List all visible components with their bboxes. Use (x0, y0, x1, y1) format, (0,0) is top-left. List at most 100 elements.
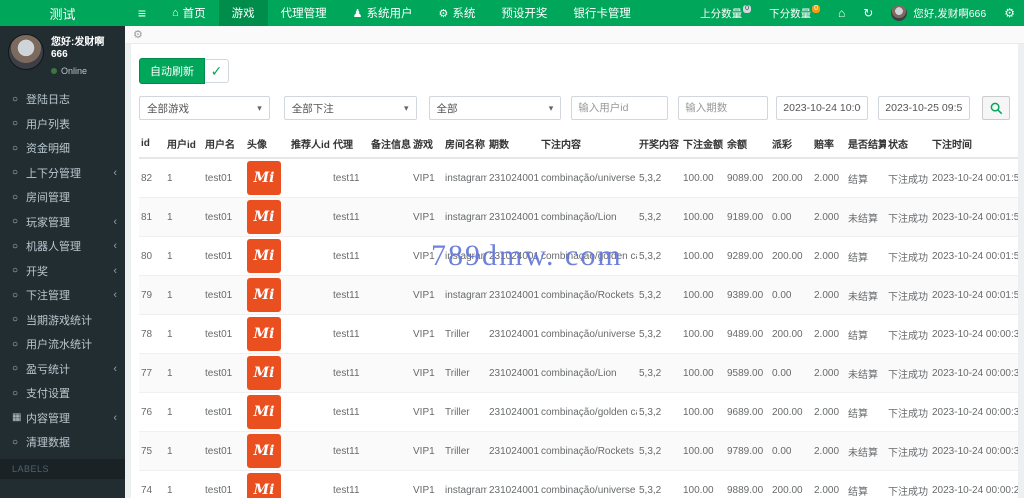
table-cell: 5,3,2 (637, 158, 681, 198)
settings-gear-icon[interactable]: ⚙ (995, 0, 1024, 26)
hamburger-icon[interactable]: ≡ (125, 0, 159, 26)
table-cell: 未结算 (846, 197, 886, 237)
table-cell: 2.000 (812, 470, 846, 498)
column-header: 用户id (165, 132, 203, 159)
auto-refresh-button[interactable]: 自动刷新 (139, 58, 205, 84)
table-cell: 200.00 (770, 392, 812, 432)
table-cell: 231024001 (487, 158, 539, 198)
period-input[interactable] (678, 96, 769, 120)
avatar-cell: Mi (245, 431, 289, 471)
table-cell: 200.00 (770, 470, 812, 498)
sidebar-item-robot-management[interactable]: ○ 机器人管理 ‹ (0, 234, 125, 259)
table-cell: 下注成功 (886, 470, 930, 498)
sidebar-item-label: 下注管理 (26, 290, 70, 303)
sidebar-item-label: 资金明细 (26, 143, 70, 156)
column-header: 推荐人id (289, 132, 331, 159)
nav-item-games[interactable]: 游戏 (218, 0, 268, 26)
table-cell: 5,3,2 (637, 236, 681, 276)
table-cell: VIP1 (411, 392, 443, 432)
column-header: 游戏 (411, 132, 443, 159)
avatar-cell: Mi (245, 314, 289, 354)
table-cell: 231024001 (487, 392, 539, 432)
user-avatar: Mi (247, 317, 281, 351)
sidebar-item-player-management[interactable]: ○ 玩家管理 ‹ (0, 210, 125, 235)
game-select[interactable]: 全部游戏 ▾ (139, 96, 270, 120)
down-points-counter[interactable]: 下分数量 0 (760, 0, 829, 26)
nav-item-home[interactable]: ⌂ 首页 (159, 0, 219, 26)
table-cell: 下注成功 (886, 353, 930, 393)
sidebar-item-draw[interactable]: ○ 开奖 ‹ (0, 259, 125, 284)
table-cell: 未结算 (846, 353, 886, 393)
nav-item-system[interactable]: ⚙ 系统 (426, 0, 489, 26)
table-cell (289, 470, 331, 498)
nav-item-bank-card-management[interactable]: 银行卡管理 (560, 0, 644, 26)
sidebar-item-user-list[interactable]: ○ 用户列表 (0, 112, 125, 137)
sidebar-item-login-log[interactable]: ○ 登陆日志 (0, 87, 125, 112)
avatar (8, 34, 44, 70)
start-time-input[interactable] (776, 96, 869, 120)
table-cell: combinação/Rockets (539, 431, 637, 471)
sidebar-item-content-management[interactable]: ▦ 内容管理 ‹ (0, 406, 125, 431)
table-cell (289, 353, 331, 393)
table-cell: 2023-10-24 00:01:54 (930, 197, 1018, 237)
chevron-left-icon: ‹ (113, 215, 117, 228)
online-status-label: Online (61, 66, 88, 76)
table-cell: VIP1 (411, 470, 443, 498)
sidebar-item-points-management[interactable]: ○ 上下分管理 ‹ (0, 161, 125, 186)
circle-icon: ○ (12, 338, 19, 350)
top-navbar: ≡ ⌂ 首页 游戏 代理管理 ♟ 系统用户 ⚙ 系统 预设开奖 银行卡管理 上分数量 0 下分数量… (125, 0, 1024, 26)
sidebar-item-user-flow-stats[interactable]: ○ 用户流水统计 (0, 332, 125, 357)
chevron-left-icon: ‹ (113, 362, 117, 375)
table-cell: VIP1 (411, 353, 443, 393)
sidebar-item-label: 当期游戏统计 (26, 314, 92, 327)
table-cell (289, 392, 331, 432)
table-row: 80 1 test01 Mi test11 VIP1 instagram 231024001 c… (139, 236, 1018, 276)
search-button[interactable] (982, 96, 1010, 120)
auto-refresh-checkbox[interactable]: ✓ (205, 59, 229, 83)
up-points-counter[interactable]: 上分数量 0 (691, 0, 760, 26)
table-cell: 2023-10-24 00:00:35 (930, 392, 1018, 432)
nav-item-system-users[interactable]: ♟ 系统用户 (340, 0, 426, 26)
sidebar-item-room-management[interactable]: ○ 房间管理 (0, 185, 125, 210)
sidebar-item-fund-details[interactable]: ○ 资金明细 (0, 136, 125, 161)
bet-type-select[interactable]: 全部下注 ▾ (283, 96, 417, 120)
nav-item-preset-draw[interactable]: 预设开奖 (488, 0, 560, 26)
gear-icon: ⚙ (438, 7, 449, 20)
nav-item-agent-management[interactable]: 代理管理 (268, 0, 340, 26)
status-select[interactable]: 全部 ▾ (428, 96, 562, 120)
column-header: 头像 (245, 132, 289, 159)
brand-title[interactable]: 测试 (0, 0, 125, 26)
sidebar-item-clean-data[interactable]: ○ 清理数据 (0, 430, 125, 455)
table-cell: 5,3,2 (637, 353, 681, 393)
circle-icon: ○ (12, 167, 19, 179)
end-time-input[interactable] (878, 96, 971, 120)
table-cell: 未结算 (846, 275, 886, 315)
avatar-cell: Mi (245, 470, 289, 498)
column-header: 余额 (725, 132, 770, 159)
table-cell: 80 (139, 236, 165, 276)
column-header: 下注金额 (681, 132, 725, 159)
home-icon[interactable]: ⌂ (829, 0, 854, 26)
table-cell: test01 (203, 314, 245, 354)
gear-icon[interactable]: ⚙ (133, 28, 143, 41)
table-cell: test11 (331, 314, 369, 354)
sidebar-item-profit-loss-stats[interactable]: ○ 盈亏统计 ‹ (0, 357, 125, 382)
table-cell: VIP1 (411, 158, 443, 198)
sidebar-item-bet-management[interactable]: ○ 下注管理 ‹ (0, 283, 125, 308)
refresh-icon[interactable]: ↻ (854, 0, 882, 26)
navbar-user-menu[interactable]: 您好,发财啊666 (882, 0, 995, 26)
sidebar-item-label: 清理数据 (26, 437, 70, 450)
user-avatar: Mi (247, 239, 281, 273)
table-cell: 100.00 (681, 353, 725, 393)
table-cell: 231024001 (487, 431, 539, 471)
table-cell: test01 (203, 431, 245, 471)
sidebar-item-current-game-stats[interactable]: ○ 当期游戏统计 (0, 308, 125, 333)
table-cell: 1 (165, 158, 203, 198)
column-header: 是否结算 (846, 132, 886, 159)
sidebar-section-labels: LABELS (0, 458, 125, 479)
table-cell: 2023-10-24 00:01:54 (930, 236, 1018, 276)
circle-icon: ○ (12, 93, 19, 105)
sidebar-item-payment-settings[interactable]: ○ 支付设置 (0, 381, 125, 406)
circle-icon: ○ (12, 142, 19, 154)
user-id-input[interactable] (571, 96, 669, 120)
